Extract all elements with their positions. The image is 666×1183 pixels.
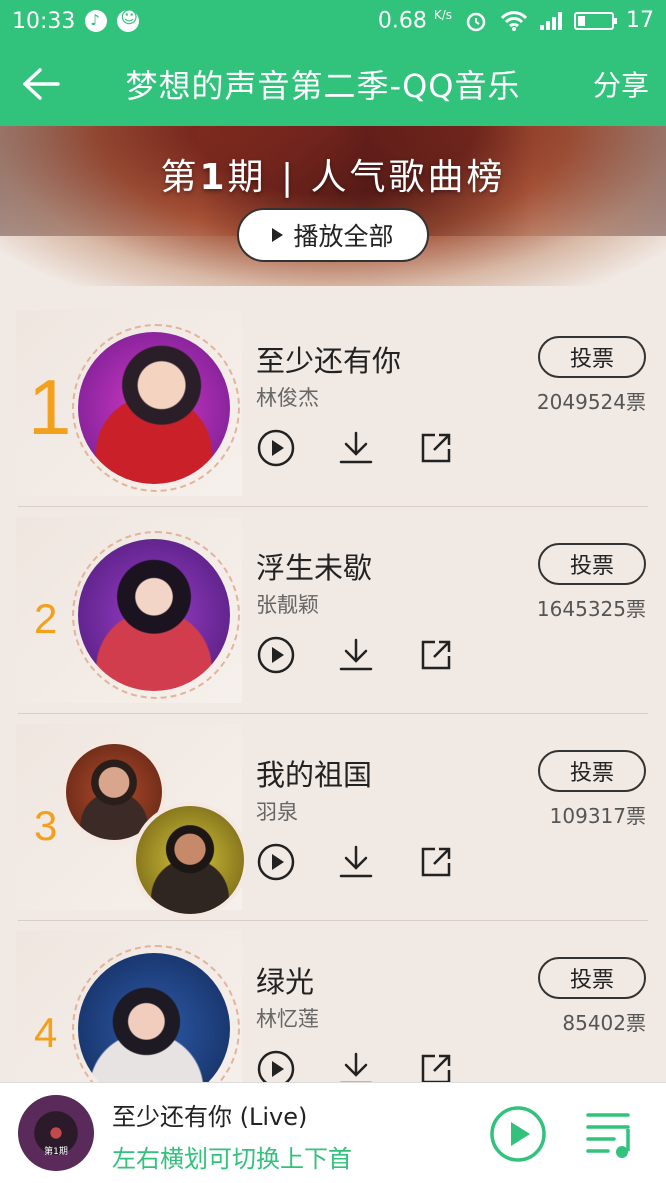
artist-avatar [78,332,230,484]
app-notification-icon [117,8,140,32]
song-title: 绿光 [256,965,315,999]
download-button[interactable] [336,842,376,882]
share-song-button[interactable] [416,635,456,675]
vote-count: 85402票 [562,1011,646,1035]
back-button[interactable] [0,42,80,126]
share-button[interactable]: 分享 [576,64,666,104]
play-button[interactable] [256,842,296,882]
artist-avatar [78,539,230,691]
song-list: 1 至少还有你 林俊杰 投票 2049524票 2 浮生未歇 张靓颖 投票 16… [0,300,666,1128]
page-title: 梦想的声音第二季-QQ音乐 [125,67,521,105]
mini-player[interactable]: 第1期 至少还有你 (Live) 左右横划可切换上下首 [0,1082,666,1183]
play-button[interactable] [256,635,296,675]
now-playing-title: 至少还有你 (Live) [112,1103,308,1131]
share-icon [421,433,451,463]
song-artist: 林忆莲 [256,1007,319,1031]
swipe-hint: 左右横划可切换上下首 [112,1145,352,1173]
song-row[interactable]: 3 我的祖国 羽泉 投票 109317票 [0,714,666,921]
vote-button[interactable]: 投票 [538,957,646,999]
song-title: 至少还有你 [256,344,402,378]
avatar-card: 1 [16,310,242,496]
play-icon [272,228,284,242]
play-circle-icon [257,429,295,467]
download-button[interactable] [336,635,376,675]
song-row[interactable]: 2 浮生未歇 张靓颖 投票 1645325票 [0,507,666,714]
music-notification-icon [85,10,108,32]
download-button[interactable] [336,428,376,468]
avatar-card: 3 [16,724,248,918]
song-title: 我的祖国 [256,758,373,792]
song-artist: 林俊杰 [256,386,319,410]
playlist-icon [586,1113,630,1158]
song-artist: 羽泉 [256,800,298,824]
vote-count: 2049524票 [536,390,646,414]
battery-icon [574,11,617,30]
battery-level: 17 [626,8,654,34]
vote-button[interactable]: 投票 [538,543,646,585]
play-circle-icon [257,636,295,674]
alarm-icon [466,12,486,32]
share-song-button[interactable] [416,842,456,882]
rank-number: 1 [28,363,72,451]
back-arrow-icon [23,68,60,100]
playlist-button[interactable] [584,1107,638,1161]
banner-title: 第1期 | 人气歌曲榜 [160,157,506,198]
status-bar: 10:33 0.68 K/s 17 [0,0,666,42]
share-icon [421,847,451,877]
network-speed: 0.68 K/s [377,8,452,34]
avatar-card: 2 [16,517,242,703]
play-all-button[interactable]: 播放全部 [237,208,429,262]
clock: 10:33 [12,8,76,34]
share-song-button[interactable] [416,428,456,468]
play-button[interactable] [256,428,296,468]
song-row[interactable]: 1 至少还有你 林俊杰 投票 2049524票 [0,300,666,507]
vote-count: 1645325票 [536,597,646,621]
download-icon [339,845,373,878]
download-icon [339,431,373,464]
vote-count: 109317票 [549,804,646,828]
player-play-button[interactable] [489,1105,547,1163]
vote-button[interactable]: 投票 [538,750,646,792]
share-icon [421,640,451,670]
song-artist: 张靓颖 [256,593,319,617]
song-title: 浮生未歇 [256,551,373,585]
signal-icon [540,11,562,30]
play-circle-icon [490,1106,546,1162]
rank-number: 4 [34,1009,58,1056]
artist-avatar [132,802,248,918]
album-cover[interactable]: 第1期 [18,1095,94,1171]
share-icon [421,1054,451,1084]
vote-button[interactable]: 投票 [538,336,646,378]
play-circle-icon [257,843,295,881]
banner: 第1期 | 人气歌曲榜 播放全部 [0,126,666,286]
rank-number: 3 [34,802,58,849]
download-icon [339,638,373,671]
wifi-icon [500,11,528,31]
app-header: 梦想的声音第二季-QQ音乐 分享 [0,42,666,126]
rank-number: 2 [34,595,58,642]
